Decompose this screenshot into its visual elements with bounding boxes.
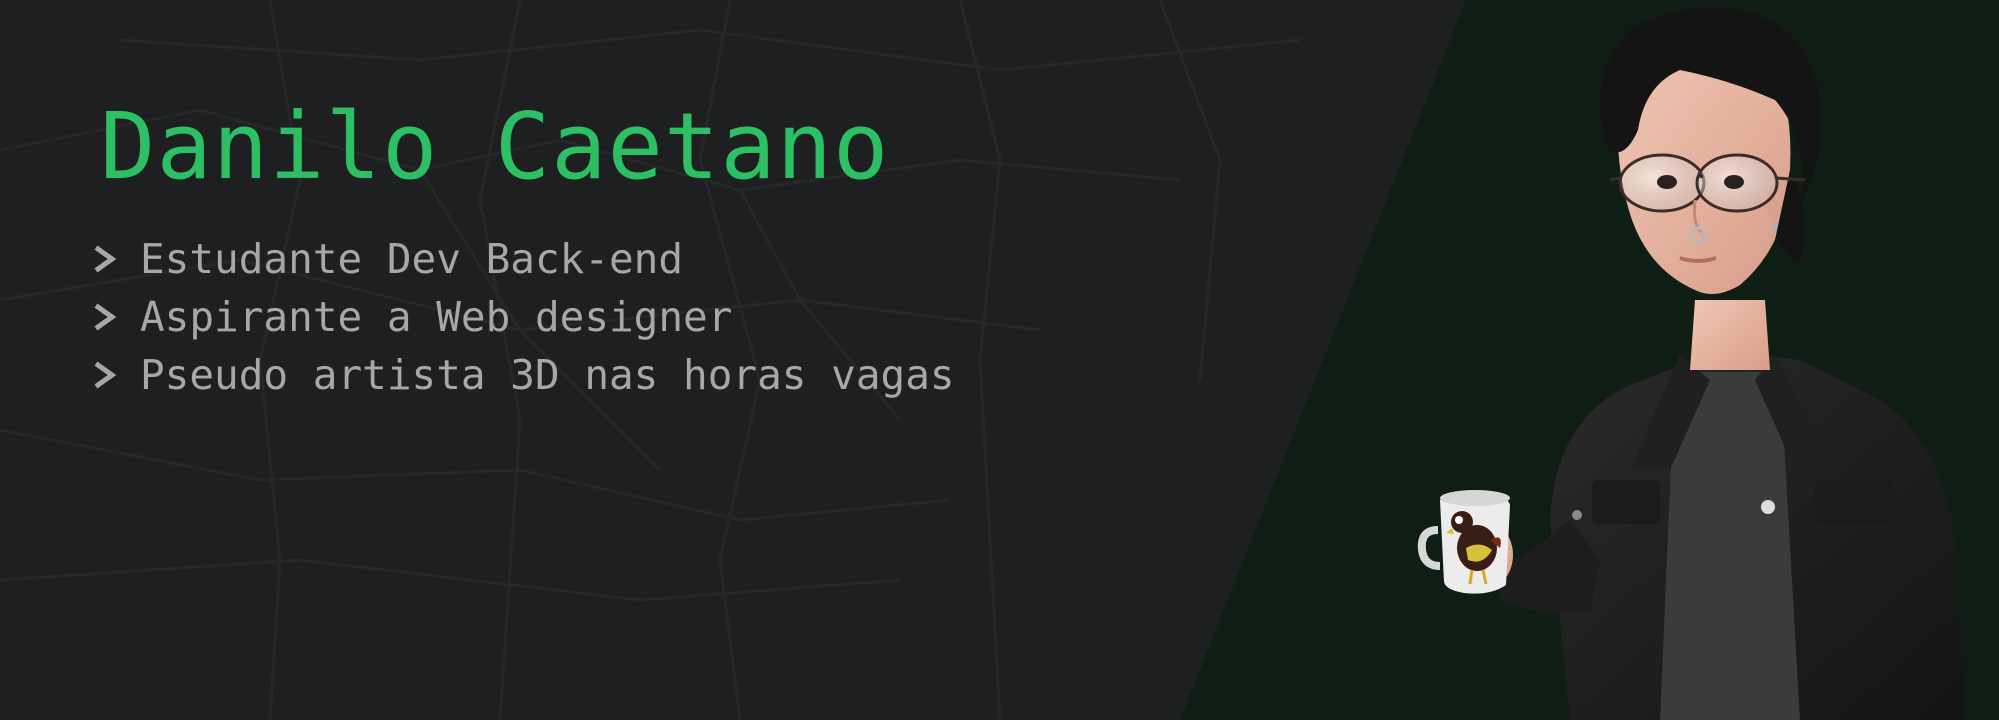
profile-banner: Danilo Caetano Estudante Dev Back-end As… xyxy=(0,0,1999,720)
3d-avatar-illustration xyxy=(1417,7,1965,720)
list-item: Aspirante a Web designer xyxy=(94,288,955,346)
chevron-right-icon xyxy=(94,293,128,341)
chevron-right-icon xyxy=(94,235,128,283)
page-title: Danilo Caetano xyxy=(100,93,890,200)
role-list: Estudante Dev Back-end Aspirante a Web d… xyxy=(94,230,955,404)
list-item-text: Aspirante a Web designer xyxy=(140,293,733,341)
chevron-right-icon xyxy=(94,351,128,399)
list-item: Estudante Dev Back-end xyxy=(94,230,955,288)
intro-section: Danilo Caetano Estudante Dev Back-end As… xyxy=(94,92,955,404)
list-item: Pseudo artista 3D nas horas vagas xyxy=(94,346,955,404)
list-item-text: Pseudo artista 3D nas horas vagas xyxy=(140,351,955,399)
list-item-text: Estudante Dev Back-end xyxy=(140,235,684,283)
chicken-mug xyxy=(1417,490,1510,594)
